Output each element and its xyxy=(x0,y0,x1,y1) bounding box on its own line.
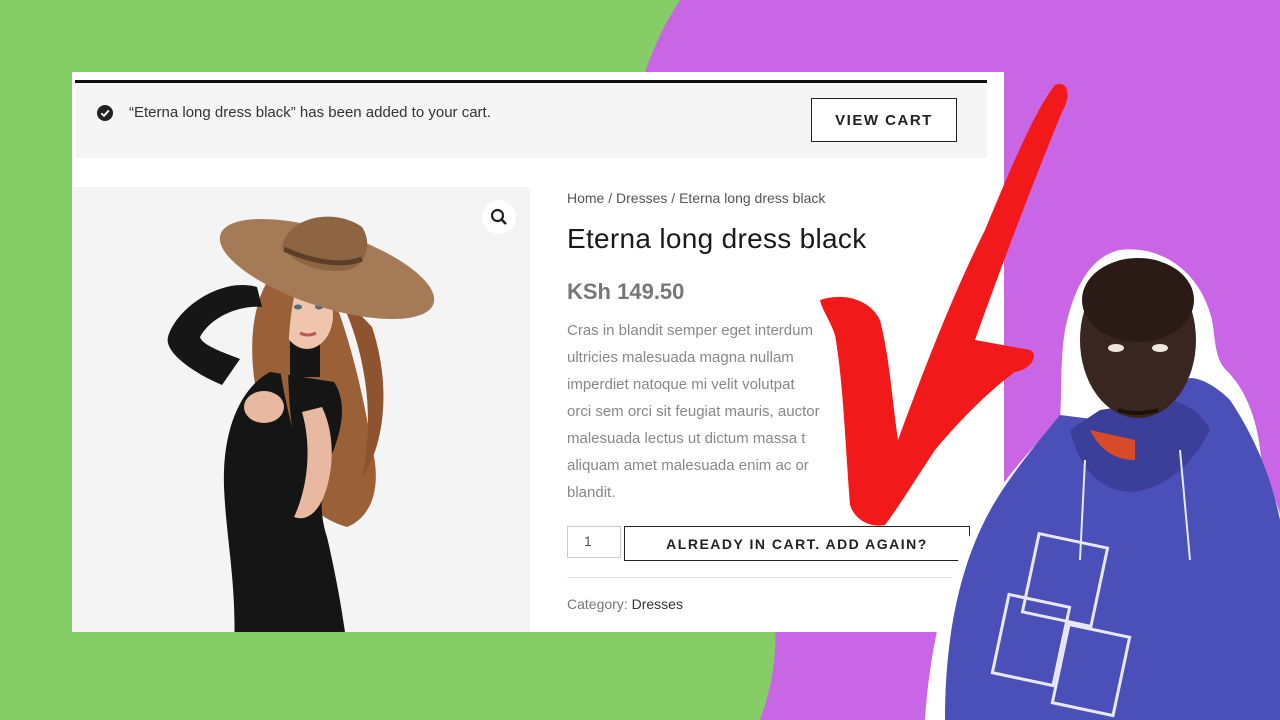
product-category: Category: Dresses xyxy=(567,596,683,612)
check-circle-icon xyxy=(97,105,113,121)
product-gallery xyxy=(72,187,530,632)
breadcrumb-current: Eterna long dress black xyxy=(679,190,826,206)
category-link[interactable]: Dresses xyxy=(632,596,683,612)
breadcrumb-dresses[interactable]: Dresses xyxy=(616,190,667,206)
magnifier-icon xyxy=(490,208,507,225)
product-page-screenshot: “Eterna long dress black” has been added… xyxy=(72,72,1004,632)
divider xyxy=(567,577,977,578)
zoom-button[interactable] xyxy=(482,200,516,234)
product-price: KSh 149.50 xyxy=(567,279,685,304)
product-title: Eterna long dress black xyxy=(567,223,867,254)
quantity-input[interactable]: 1 xyxy=(567,526,621,558)
breadcrumb: Home / Dresses / Eterna long dress black xyxy=(567,190,826,206)
breadcrumb-home[interactable]: Home xyxy=(567,190,604,206)
product-description: Cras in blandit semper eget interdum ult… xyxy=(567,322,820,501)
product-image[interactable] xyxy=(72,187,530,632)
cart-notice-message: “Eterna long dress black” has been added… xyxy=(129,104,491,121)
product-summary: Home / Dresses / Eterna long dress black… xyxy=(567,72,987,632)
add-to-cart-button[interactable]: ALREADY IN CART. ADD AGAIN? xyxy=(624,526,970,561)
